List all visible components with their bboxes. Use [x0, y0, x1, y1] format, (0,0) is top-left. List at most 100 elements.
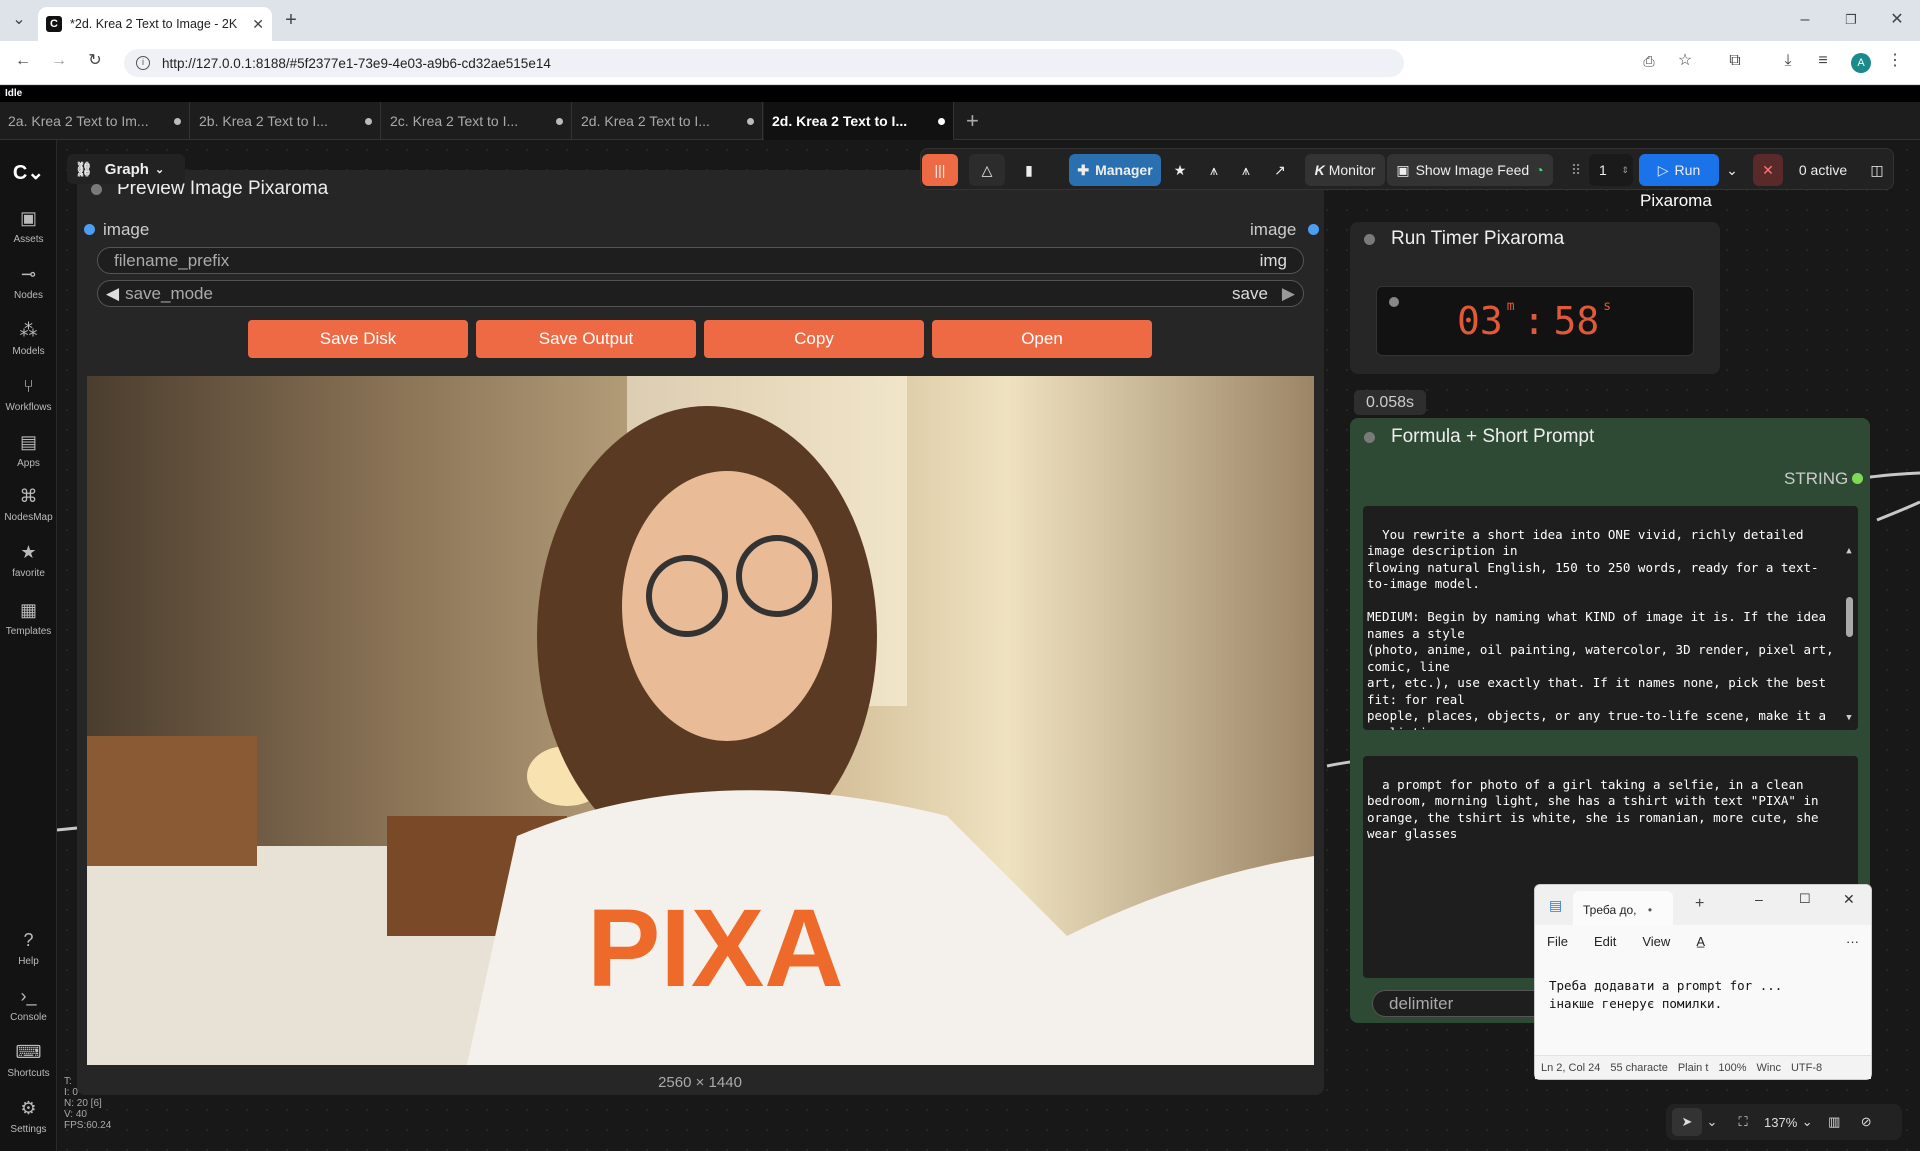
- scroll-up-icon[interactable]: ▲: [1844, 543, 1854, 560]
- workflow-tab[interactable]: 2d. Krea 2 Text to I...: [573, 102, 763, 140]
- sidebar-item-nodesmap[interactable]: ⌘ NodesMap: [0, 484, 57, 523]
- notepad-text-area[interactable]: Треба додавати a prompt for ... інакше г…: [1549, 977, 1782, 1013]
- drag-handle-icon[interactable]: ⠿: [1566, 154, 1586, 186]
- arrow-right-icon[interactable]: ▶: [1282, 284, 1295, 304]
- bookmark-button[interactable]: ▮: [1013, 154, 1045, 186]
- status-characters: 55 characte: [1610, 1061, 1668, 1074]
- close-tab-icon[interactable]: ✕: [252, 16, 264, 33]
- status-position: Ln 2, Col 24: [1541, 1061, 1601, 1074]
- tab-search-icon[interactable]: ⌄: [8, 10, 30, 30]
- notepad-minimize-icon[interactable]: –: [1755, 891, 1763, 907]
- save-mode-widget[interactable]: ◀ save_mode save ▶: [97, 280, 1304, 307]
- new-workflow-icon[interactable]: +: [966, 108, 979, 134]
- copy-button[interactable]: Copy: [704, 320, 924, 358]
- stepper-icon[interactable]: ⇕: [1621, 165, 1629, 176]
- profile-avatar[interactable]: A: [1851, 53, 1871, 73]
- graph-menu-button[interactable]: ⛓ Graph ⌄: [67, 154, 185, 184]
- notepad-tab[interactable]: Треба до, •: [1573, 891, 1673, 925]
- back-icon[interactable]: ←: [12, 51, 34, 71]
- new-tab-icon[interactable]: +: [280, 10, 302, 30]
- workflow-tab-label: 2d. Krea 2 Text to I...: [581, 113, 710, 129]
- save-disk-button[interactable]: Save Disk: [248, 320, 468, 358]
- select-tool-icon[interactable]: ➤: [1672, 1108, 1702, 1136]
- forward-icon[interactable]: →: [48, 51, 70, 71]
- run-button[interactable]: ▷ Run: [1639, 154, 1719, 186]
- font-icon[interactable]: A̲: [1696, 934, 1705, 949]
- window-close-icon[interactable]: ✕: [1886, 10, 1908, 30]
- sidebar-item-assets[interactable]: ▣ Assets: [0, 206, 57, 245]
- sidebar-item-nodes[interactable]: ⊸ Nodes: [0, 262, 57, 301]
- more-icon[interactable]: ···: [1846, 934, 1859, 949]
- notepad-maximize-icon[interactable]: ☐: [1799, 891, 1811, 907]
- sidebar-item-favorite[interactable]: ★ favorite: [0, 540, 57, 579]
- node-collapse-dot[interactable]: [91, 184, 102, 195]
- graph-icon: ⛓: [75, 160, 93, 177]
- extensions-icon[interactable]: ⧉: [1724, 51, 1746, 71]
- downloads-icon[interactable]: ⤓: [1777, 51, 1799, 71]
- workflow-tab[interactable]: 2a. Krea 2 Text to Im...: [0, 102, 190, 140]
- string-output-dot[interactable]: [1852, 473, 1863, 484]
- comfy-logo-icon[interactable]: C⌄: [0, 160, 57, 185]
- sidebar-item-templates[interactable]: ▦ Templates: [0, 598, 57, 637]
- scroll-thumb[interactable]: [1845, 596, 1853, 637]
- active-queue-button[interactable]: 0 active: [1787, 154, 1859, 186]
- triangle-logo-icon: △: [981, 161, 993, 178]
- sidebar-item-help[interactable]: ? Help: [0, 928, 57, 967]
- system-prompt-textarea[interactable]: You rewrite a short idea into ONE vivid,…: [1363, 506, 1858, 730]
- chrome-menu-icon[interactable]: ⋮: [1884, 51, 1906, 71]
- workflow-tab-active[interactable]: 2d. Krea 2 Text to I...: [764, 102, 954, 140]
- notepad-window[interactable]: ▤ Треба до, • + – ☐ ✕ File Edit View A̲ …: [1534, 884, 1872, 1080]
- zoom-chevron-icon[interactable]: ⌄: [1797, 1114, 1817, 1130]
- notepad-new-tab-icon[interactable]: +: [1695, 895, 1704, 913]
- media-icon[interactable]: ≡: [1812, 51, 1834, 71]
- menu-view[interactable]: View: [1642, 934, 1670, 949]
- toggle-panel-button[interactable]: ◫: [1861, 154, 1893, 186]
- sidebar-item-settings[interactable]: ⚙ Settings: [0, 1096, 57, 1135]
- bookmark-star-icon[interactable]: ☆: [1674, 51, 1696, 71]
- cancel-run-button[interactable]: ✕: [1753, 154, 1783, 186]
- run-options-chevron-icon[interactable]: ⌄: [1721, 154, 1743, 186]
- workflow-tab[interactable]: 2b. Krea 2 Text to I...: [191, 102, 381, 140]
- link-visibility-icon[interactable]: ⊘: [1851, 1114, 1881, 1130]
- share-button[interactable]: ↗: [1265, 154, 1295, 186]
- model-icon-button[interactable]: ⩚: [1199, 154, 1229, 186]
- show-image-feed-button[interactable]: ▣ Show Image Feed ◔: [1387, 154, 1553, 186]
- fit-view-icon[interactable]: ⛶: [1728, 1114, 1758, 1130]
- link-wire: [1876, 500, 1920, 522]
- pixaroma-logo-button[interactable]: △: [969, 154, 1005, 186]
- arrow-left-icon[interactable]: ◀: [106, 284, 119, 304]
- textarea-scrollbar[interactable]: ▲ ▼: [1844, 510, 1854, 726]
- minimap-icon[interactable]: ▥: [1817, 1114, 1851, 1130]
- monitor-button[interactable]: K Monitor: [1305, 154, 1385, 186]
- sidebar-item-console[interactable]: ›_ Console: [0, 984, 57, 1023]
- restore-icon[interactable]: ❐: [1840, 10, 1862, 30]
- node-collapse-dot[interactable]: [1364, 234, 1375, 245]
- scroll-down-icon[interactable]: ▼: [1844, 710, 1854, 727]
- menu-file[interactable]: File: [1547, 934, 1568, 949]
- manager-button[interactable]: ✚ Manager: [1069, 154, 1161, 186]
- input-slot-dot[interactable]: [84, 224, 95, 235]
- zoom-level[interactable]: 137%: [1764, 1115, 1797, 1130]
- node-collapse-dot[interactable]: [1364, 432, 1375, 443]
- star-button[interactable]: ★: [1165, 154, 1195, 186]
- model-alt-button[interactable]: ⩚: [1231, 154, 1261, 186]
- sidebar-item-apps[interactable]: ▤ Apps: [0, 430, 57, 469]
- install-app-icon[interactable]: ⎙: [1638, 51, 1660, 71]
- sidebar-item-models[interactable]: ⁂ Models: [0, 318, 57, 357]
- batch-count-input[interactable]: 1 ⇕: [1589, 154, 1633, 186]
- menu-edit[interactable]: Edit: [1594, 934, 1616, 949]
- sidebar-item-workflows[interactable]: ⑂ Workflows: [0, 374, 57, 413]
- audio-bars-button[interactable]: |||: [922, 154, 958, 186]
- site-info-icon[interactable]: i: [136, 56, 150, 70]
- minimize-icon[interactable]: –: [1794, 10, 1816, 30]
- save-output-button[interactable]: Save Output: [476, 320, 696, 358]
- reload-icon[interactable]: ↻: [84, 51, 106, 71]
- tool-chevron-icon[interactable]: ⌄: [1702, 1114, 1722, 1130]
- notepad-close-icon[interactable]: ✕: [1843, 891, 1855, 908]
- browser-tab[interactable]: C *2d. Krea 2 Text to Image - 2K ✕: [38, 7, 272, 41]
- address-bar[interactable]: i http://127.0.0.1:8188/#5f2377e1-73e9-4…: [124, 49, 1404, 77]
- output-slot-dot[interactable]: [1308, 224, 1319, 235]
- open-button[interactable]: Open: [932, 320, 1152, 358]
- workflow-tab[interactable]: 2c. Krea 2 Text to I...: [382, 102, 572, 140]
- filename-prefix-widget[interactable]: filename_prefix img: [97, 247, 1304, 274]
